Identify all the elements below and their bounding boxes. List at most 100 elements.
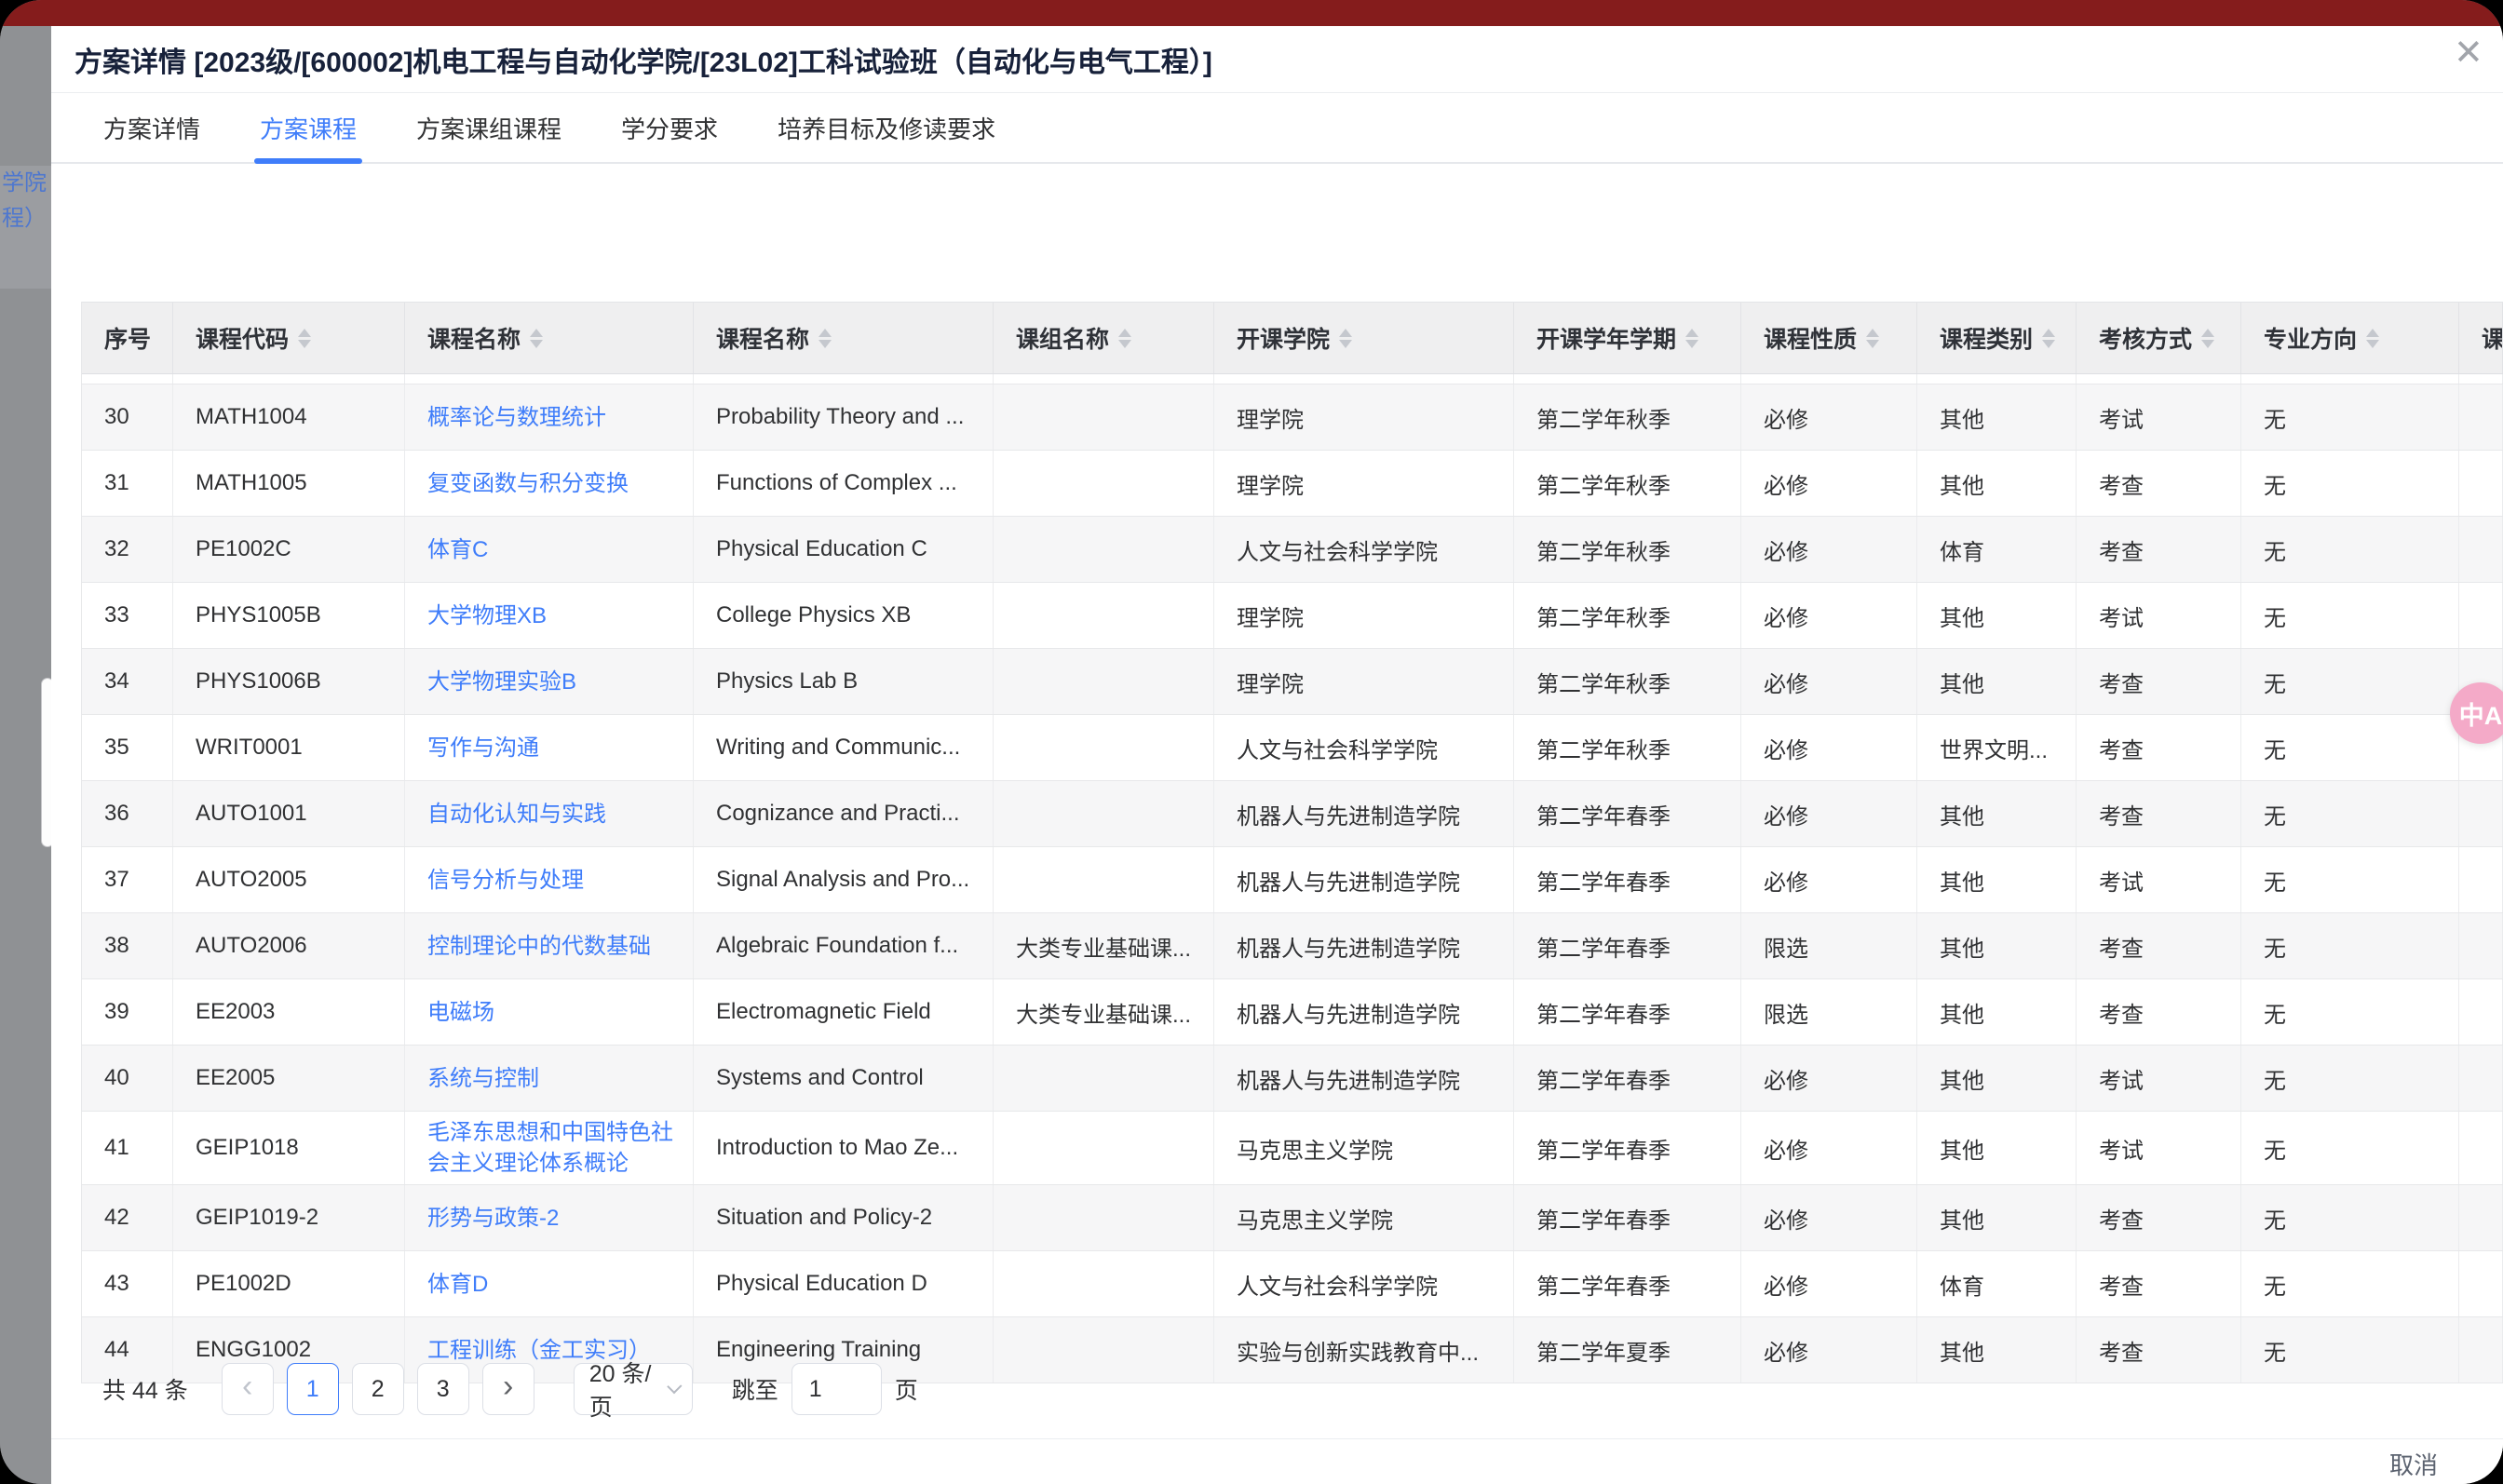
cell-term: 第二学年春季: [1514, 979, 1741, 1045]
language-toggle-badge[interactable]: 中A: [2450, 682, 2503, 744]
sort-carets-icon[interactable]: [2042, 329, 2055, 348]
cell-direction: 无: [2241, 649, 2459, 714]
sort-carets-icon[interactable]: [1339, 329, 1352, 348]
cell-name_en: Physics Lab B: [694, 649, 994, 714]
cell-name_cn[interactable]: 复变函数与积分变换: [405, 451, 694, 516]
cell-assess: 考试: [2077, 583, 2241, 648]
cell-category: 其他: [1917, 1185, 2077, 1250]
prev-page-button[interactable]: ‹: [222, 1363, 274, 1415]
cell-no: 32: [82, 517, 173, 582]
cell-assess: 考查: [2077, 517, 2241, 582]
tab-2[interactable]: 方案课组课程: [416, 93, 561, 162]
table-cell: [1514, 374, 1741, 384]
sort-carets-icon[interactable]: [1118, 329, 1131, 348]
cell-name_cn[interactable]: 形势与政策-2: [405, 1185, 694, 1250]
sort-carets-icon[interactable]: [298, 329, 311, 348]
cell-college: 马克思主义学院: [1214, 1112, 1514, 1184]
chevron-left-icon: ‹: [242, 1369, 252, 1410]
background-link-fragment: 学院 程）: [0, 166, 51, 289]
close-icon[interactable]: ✕: [2454, 35, 2483, 71]
table-cell: [2077, 374, 2241, 384]
cell-name_cn[interactable]: 大学物理XB: [405, 583, 694, 648]
page-size-select[interactable]: 20 条/页: [574, 1363, 693, 1415]
column-header-7[interactable]: 课程性质: [1741, 303, 1917, 373]
cell-name_en: Introduction to Mao Ze...: [694, 1112, 994, 1184]
cell-code: GEIP1018: [173, 1112, 405, 1184]
cell-direction: 无: [2241, 1251, 2459, 1316]
cell-college: 机器人与先进制造学院: [1214, 1046, 1514, 1111]
cell-code: EE2003: [173, 979, 405, 1045]
cell-nature: 限选: [1741, 913, 1917, 978]
column-header-10[interactable]: 专业方向: [2241, 303, 2459, 373]
cell-nature: 必修: [1741, 384, 1917, 450]
cell-category: 其他: [1917, 451, 2077, 516]
cell-overflow: [2459, 847, 2503, 912]
sort-carets-icon[interactable]: [2201, 329, 2214, 348]
cell-category: 其他: [1917, 1046, 2077, 1111]
cell-assess: 考查: [2077, 979, 2241, 1045]
column-header-5[interactable]: 开课学院: [1214, 303, 1514, 373]
page-button-2[interactable]: 2: [352, 1363, 404, 1415]
cell-name_cn[interactable]: 系统与控制: [405, 1046, 694, 1111]
column-header-9[interactable]: 考核方式: [2077, 303, 2241, 373]
column-header-8[interactable]: 课程类别: [1917, 303, 2077, 373]
cell-direction: 无: [2241, 583, 2459, 648]
tab-1[interactable]: 方案课程: [260, 93, 357, 162]
cell-assess: 考查: [2077, 913, 2241, 978]
column-label: 课组名称: [1016, 321, 1109, 355]
table-row-31: 31MATH1005复变函数与积分变换Functions of Complex …: [82, 451, 2503, 517]
cell-name_cn[interactable]: 体育D: [405, 1251, 694, 1316]
table-cell: [1741, 374, 1917, 384]
tab-4[interactable]: 培养目标及修读要求: [778, 93, 995, 162]
cell-group: [994, 1251, 1214, 1316]
column-header-1[interactable]: 课程代码: [173, 303, 405, 373]
tab-0[interactable]: 方案详情: [103, 93, 200, 162]
sort-carets-icon[interactable]: [1685, 329, 1698, 348]
cell-name_cn[interactable]: 体育C: [405, 517, 694, 582]
cell-name_cn[interactable]: 电磁场: [405, 979, 694, 1045]
cell-assess: 考试: [2077, 384, 2241, 450]
cell-name_cn[interactable]: 毛泽东思想和中国特色社会主义理论体系概论: [405, 1112, 694, 1184]
cell-no: 35: [82, 715, 173, 780]
cancel-button[interactable]: 取消: [2389, 1447, 2438, 1481]
sort-carets-icon[interactable]: [1866, 329, 1879, 348]
column-header-3[interactable]: 课程名称: [694, 303, 994, 373]
cell-direction: 无: [2241, 451, 2459, 516]
table-row-34: 34PHYS1006B大学物理实验BPhysics Lab B理学院第二学年秋季…: [82, 649, 2503, 715]
cell-term: 第二学年秋季: [1514, 451, 1741, 516]
column-header-4[interactable]: 课组名称: [994, 303, 1214, 373]
filter-panel: 开课学院 请选择 开课学年学期 请选择 课程类别 请选择: [51, 164, 2503, 302]
cell-name_cn[interactable]: 自动化认知与实践: [405, 781, 694, 846]
table-cell: [173, 374, 405, 384]
sort-carets-icon[interactable]: [819, 329, 832, 348]
cell-group: [994, 847, 1214, 912]
plan-detail-modal: 方案详情 [2023级/[600002]机电工程与自动化学院/[23L02]工科…: [51, 26, 2503, 1484]
cell-nature: 必修: [1741, 1317, 1917, 1383]
cell-group: [994, 715, 1214, 780]
app-window: 学院 程） 方案详情 [2023级/[600002]机电工程与自动化学院/[23…: [0, 0, 2503, 1484]
cell-name_cn[interactable]: 信号分析与处理: [405, 847, 694, 912]
column-label: 序号: [104, 321, 151, 355]
cell-term: 第二学年秋季: [1514, 649, 1741, 714]
sort-carets-icon[interactable]: [2366, 329, 2379, 348]
column-header-2[interactable]: 课程名称: [405, 303, 694, 373]
cell-no: 40: [82, 1046, 173, 1111]
jump-page-input[interactable]: [791, 1363, 882, 1415]
cell-name_en: Cognizance and Practi...: [694, 781, 994, 846]
cell-no: 30: [82, 384, 173, 450]
cell-name_cn[interactable]: 写作与沟通: [405, 715, 694, 780]
tab-bar: 方案详情方案课程方案课组课程学分要求培养目标及修读要求: [51, 93, 2503, 164]
column-label: 课程类别: [1940, 321, 2033, 355]
cell-name_cn[interactable]: 大学物理实验B: [405, 649, 694, 714]
sort-carets-icon[interactable]: [530, 329, 543, 348]
column-header-6[interactable]: 开课学年学期: [1514, 303, 1741, 373]
cell-assess: 考查: [2077, 649, 2241, 714]
tab-3[interactable]: 学分要求: [621, 93, 718, 162]
next-page-button[interactable]: ›: [482, 1363, 534, 1415]
cell-category: 其他: [1917, 583, 2077, 648]
cell-name_cn[interactable]: 概率论与数理统计: [405, 384, 694, 450]
page-button-1[interactable]: 1: [287, 1363, 339, 1415]
cell-overflow: [2459, 384, 2503, 450]
page-button-3[interactable]: 3: [417, 1363, 469, 1415]
cell-name_cn[interactable]: 控制理论中的代数基础: [405, 913, 694, 978]
